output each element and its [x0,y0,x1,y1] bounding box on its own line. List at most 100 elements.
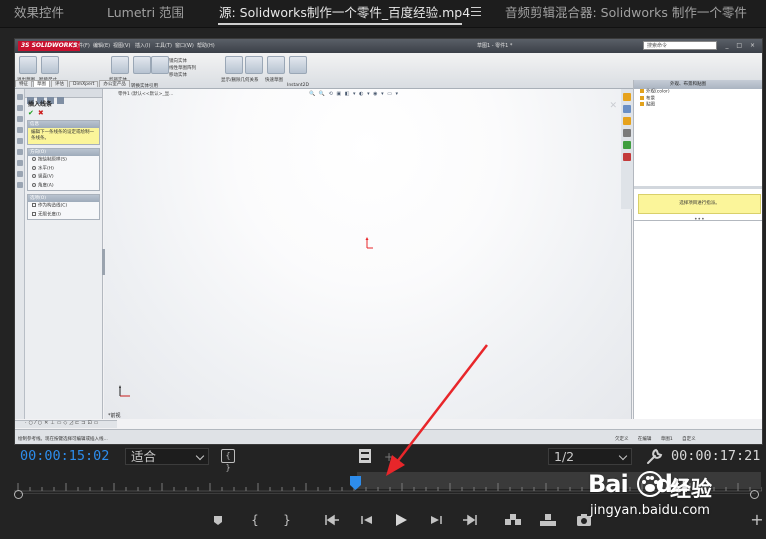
sw-menu-edit: 编辑(E) [93,43,111,49]
insert-button[interactable] [503,511,523,529]
chevron-down-icon [618,451,628,461]
sw-flyout-tree: 零件1 (默认<<默认>_显... [118,92,174,97]
check-icon: ✔ [28,109,34,117]
scroll-handle-left[interactable] [14,490,23,499]
task-pane-note: 选择项目进行指派。 [638,194,761,214]
sw-confirm-corner-icon: ✕ [609,101,617,111]
active-tab-indicator [218,23,462,25]
sw-offset-icon [151,56,169,74]
sw-trim-icon [111,56,129,74]
sw-menu-view: 视图(V) [113,43,131,49]
sw-ribbon-label: 移动实体 [169,73,187,78]
sketch-origin-icon [365,237,373,249]
pm-options-group: 选项(O) 作为构造线(C) 无限长度(I) [27,194,100,220]
pm-group-header: 选项(O) [28,195,99,202]
panel-menu-icon[interactable] [471,7,481,17]
source-monitor-frame[interactable]: 3S SOLIDWORKS 文件(F) 编辑(E) 视图(V) 插入(I) 工具… [14,38,763,445]
task-pane-header: 外观、布景和贴图 [634,80,762,89]
watermark-url: jingyan.baidu.com [590,503,710,518]
play-button[interactable] [393,511,409,529]
sw-convert-icon [133,56,151,74]
sw-ribbon-label: 镜向实体 [169,59,187,64]
solidworks-titlebar: 3S SOLIDWORKS 文件(F) 编辑(E) 视图(V) 插入(I) 工具… [15,39,762,53]
sw-menu-insert: 插入(I) [135,43,151,49]
sw-sketch-tools-strip [15,89,25,419]
sw-ribbon-label: 线性草图阵列 [169,66,196,71]
pm-ok-cancel: ✔ ✖ [25,109,102,117]
tab-lumetri-scopes[interactable]: Lumetri 范围 [107,0,184,27]
step-forward-button[interactable] [428,511,444,529]
add-marker-icon[interactable]: + [384,450,394,464]
sw-status-bar: 绘制参考线。现在按键选择可编辑或插入线... 欠定义 在编辑 草图1 自定义 [15,429,762,444]
toggle-settings-icon[interactable]: { } [221,449,235,472]
sw-repair-icon [245,56,263,74]
tab-effect-controls[interactable]: 效果控件 [14,0,64,27]
sw-tab: 办公室产品 [99,80,130,87]
pm-checkbox: 无限长度(I) [28,211,99,220]
pm-group-header: 信息 [28,121,99,128]
sw-ribbon-label: Instant2D [287,83,309,88]
sw-exit-sketch-icon [19,56,37,74]
task-item: 贴图 [634,102,762,109]
sw-document-title: 草图1 - 零件1 * [477,43,513,49]
fit-zoom-select[interactable]: 适合 [125,448,209,465]
go-to-in-button[interactable] [323,511,341,529]
watermark-cn: 经验 [670,477,712,501]
playhead-icon[interactable] [349,476,361,490]
sw-quick-sketch-icon [267,56,285,74]
sw-tab: 特征 [15,80,32,87]
pm-radio: 竖直(V) [28,173,99,182]
sw-ribbon-label: 显示/删除几何关系 [221,78,259,83]
cancel-icon: ✖ [37,109,44,117]
go-to-out-button[interactable] [461,511,479,529]
sw-status-right: 欠定义 在编辑 草图1 自定义 [615,437,696,442]
pm-radio: 按绘制原样(S) [28,156,99,165]
sw-menu-window: 窗口(W) [175,43,194,49]
sw-property-manager: 插入线条 ✔ ✖ 信息 编辑下一条线条的设定或绘制一条线条。 方向(O) 按绘制原… [25,89,103,419]
sw-ribbon-label: 快速草图 [265,78,283,83]
sw-relations-icon [225,56,243,74]
pm-message: 编辑下一条线条的设定或绘制一条线条。 [28,128,99,144]
pm-message-group: 信息 编辑下一条线条的设定或绘制一条线条。 [27,120,100,145]
playback-resolution-select[interactable]: 1/2 [548,448,632,465]
mark-out-button[interactable]: } [280,511,294,529]
fit-zoom-value: 适合 [131,449,157,464]
sw-window-buttons: _ □ × [725,42,758,49]
pm-checkbox: 作为构造线(C) [28,202,99,211]
sw-status-left: 绘制参考线。现在按键选择可编辑或插入线... [18,437,108,442]
baidu-jingyan-watermark: Bai du 经验 jingyan.baidu.com [588,470,758,524]
film-icon[interactable] [359,449,371,463]
solidworks-logo: 3S SOLIDWORKS [18,41,81,51]
pm-group-header: 方向(O) [28,149,99,156]
chevron-down-icon [195,451,205,461]
sw-menu-help: 帮助(H) [197,43,215,49]
tab-audio-clip-mixer[interactable]: 音频剪辑混合器: Solidworks 制作一个零件 [505,0,747,27]
sw-smart-dimension-icon [41,56,59,74]
sw-command-tabs: 特征 草图 评估 DimXpert 办公室产品 [15,80,131,89]
step-back-button[interactable] [359,511,375,529]
sw-sketch-shortcut-bar: ·○⁄○✕⊥▭◇◿⊏⊐⊡▭ [25,420,101,426]
sw-plane-label: *前视 [108,413,121,419]
sw-tab: 草图 [33,80,50,87]
playback-resolution-value: 1/2 [554,449,575,464]
sw-heads-up-toolbar: 🔍 🔍 ⟲ ▣ ◧ ▾ ◐ ▾ ◉ ▾ ▭ ▾ [309,91,400,97]
pm-radio: 角度(A) [28,182,99,191]
baidu-paw-icon [637,471,663,497]
sw-menu-file: 文件(F) [73,43,90,49]
add-marker-button[interactable] [211,511,225,529]
axis-triad-icon [119,385,130,397]
current-timecode[interactable]: 00:00:15:02 [20,448,109,464]
sw-panel-splitter [102,249,105,275]
sw-task-pane: 外观、布景和贴图 外观(color) 布景 贴图 选择项目进行指派。 ••• [633,80,762,419]
pm-radio: 水平(H) [28,165,99,174]
sw-instant2d-icon [289,56,307,74]
mark-in-button[interactable]: { [248,511,262,529]
overwrite-button[interactable] [538,511,558,529]
sw-search-input: 搜索命令 [643,41,717,50]
pm-orientation-group: 方向(O) 按绘制原样(S) 水平(H) 竖直(V) 角度(A) [27,148,100,191]
wrench-icon[interactable] [645,448,663,465]
sw-task-pane-tabs [621,89,633,209]
sw-tab: DimXpert [69,81,99,87]
duration-timecode[interactable]: 00:00:17:21 [671,448,760,464]
sw-graphics-area: 零件1 (默认<<默认>_显... 🔍 🔍 ⟲ ▣ ◧ ▾ ◐ ▾ ◉ ▾ ▭ … [102,89,632,419]
